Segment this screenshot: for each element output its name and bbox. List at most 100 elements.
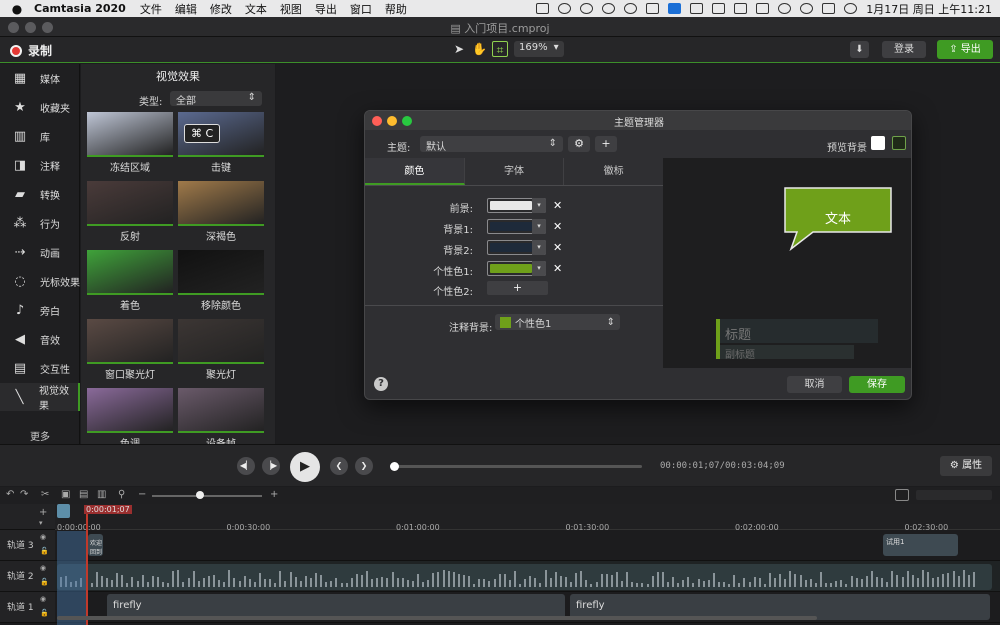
- preview-bg-white-swatch[interactable]: [871, 136, 885, 150]
- siri-icon[interactable]: [844, 3, 858, 14]
- effect-thumbnail[interactable]: 移除颜色: [178, 250, 264, 312]
- download-button[interactable]: ⬇: [850, 41, 869, 58]
- track3-clip-end[interactable]: 试用1: [883, 534, 958, 556]
- annotation-bg-select[interactable]: 个性色1 ⇕: [495, 314, 620, 330]
- clear-color-icon[interactable]: ✕: [553, 199, 562, 212]
- lock-icon[interactable]: 🔓: [40, 547, 49, 555]
- effect-thumbnail[interactable]: 着色: [87, 250, 173, 312]
- timeline-search-box[interactable]: [916, 490, 992, 500]
- sidebar-item-magic-wand[interactable]: ╲ 视觉效果: [0, 383, 80, 412]
- tab-fonts[interactable]: 字体: [465, 158, 565, 185]
- sidebar-item-animation[interactable]: ⇢ 动画: [0, 238, 80, 266]
- login-button[interactable]: 登录: [882, 41, 926, 58]
- cut-icon[interactable]: ✂: [41, 489, 49, 500]
- chevron-down-icon[interactable]: ▾: [532, 240, 546, 255]
- playhead-handle[interactable]: [57, 504, 70, 518]
- control-center-icon[interactable]: [822, 3, 836, 14]
- track3-clip-intro[interactable]: 欢迎回到: [88, 534, 103, 556]
- tray-app-icon[interactable]: [536, 3, 550, 14]
- tray-shield-icon[interactable]: [668, 3, 682, 14]
- split-icon[interactable]: ▥: [97, 489, 106, 500]
- theme-select[interactable]: 默认 ⇕: [420, 136, 563, 153]
- clear-color-icon[interactable]: ✕: [553, 220, 562, 233]
- tray-record-icon[interactable]: [602, 3, 616, 14]
- menu-window[interactable]: 窗口: [350, 1, 372, 17]
- add-theme-button[interactable]: +: [595, 136, 617, 152]
- menu-modify[interactable]: 修改: [210, 1, 232, 17]
- sidebar-item-annotation[interactable]: ◨ 注释: [0, 151, 80, 179]
- zoom-in-icon[interactable]: +: [270, 489, 278, 500]
- chevron-down-icon[interactable]: ▾: [532, 198, 546, 213]
- effect-thumbnail[interactable]: 设备帧: [178, 388, 264, 444]
- more-button[interactable]: 更多: [0, 428, 80, 443]
- add-track-icon[interactable]: +: [39, 507, 47, 518]
- effect-thumbnail[interactable]: 深褐色: [178, 181, 264, 243]
- sidebar-item-film[interactable]: ▦ 媒体: [0, 64, 80, 92]
- track-row[interactable]: [55, 530, 1000, 561]
- chevron-down-icon[interactable]: ▾: [532, 219, 546, 234]
- spotlight-search-icon[interactable]: [800, 3, 814, 14]
- timeline-zoom-knob[interactable]: [196, 491, 204, 499]
- menu-export[interactable]: 导出: [315, 1, 337, 17]
- crop-icon[interactable]: ⌗: [492, 41, 508, 57]
- arrow-pointer-icon[interactable]: ➤: [452, 41, 466, 57]
- sidebar-item-star[interactable]: ★ 收藏夹: [0, 93, 80, 121]
- tray-bluetooth-icon[interactable]: [734, 3, 748, 14]
- properties-button[interactable]: ⚙ 属性: [940, 456, 992, 476]
- clear-color-icon[interactable]: ✕: [553, 262, 562, 275]
- menu-help[interactable]: 帮助: [385, 1, 407, 17]
- app-menu[interactable]: Camtasia 2020: [34, 2, 126, 15]
- menu-clock[interactable]: 1月17日 周日 上午11:21: [866, 1, 992, 17]
- time-ruler[interactable]: 0:00:00;00 0:00:30;00 0:01:00;00 0:01:30;00…: [55, 504, 1000, 532]
- clear-color-icon[interactable]: ✕: [553, 241, 562, 254]
- visibility-eye-icon[interactable]: ◉: [40, 564, 46, 572]
- play-button[interactable]: ▶: [290, 452, 320, 482]
- playhead-line[interactable]: [86, 514, 88, 625]
- redo-icon[interactable]: ↷: [20, 489, 28, 500]
- tray-sync-icon[interactable]: [580, 3, 594, 14]
- cancel-button[interactable]: 取消: [787, 376, 842, 393]
- next-frame-button[interactable]: ❯: [355, 457, 373, 475]
- sidebar-item-microphone[interactable]: ♪ 旁白: [0, 296, 80, 324]
- scrub-knob[interactable]: [390, 462, 399, 471]
- sidebar-item-cursor[interactable]: ◌ 光标效果: [0, 267, 80, 295]
- tab-logo[interactable]: 徽标: [564, 158, 663, 185]
- tray-display-icon[interactable]: [646, 3, 660, 14]
- sidebar-item-library[interactable]: ▥ 库: [0, 122, 80, 150]
- hand-pan-icon[interactable]: ✋: [472, 41, 487, 57]
- effect-thumbnail[interactable]: 反射: [87, 181, 173, 243]
- timeline-scrollbar[interactable]: [57, 616, 817, 620]
- sidebar-item-interactivity[interactable]: ▤ 交互性: [0, 354, 80, 382]
- menu-file[interactable]: 文件: [140, 1, 162, 17]
- apple-menu-icon[interactable]: ●: [0, 2, 34, 16]
- help-button[interactable]: ?: [374, 377, 388, 391]
- effect-thumbnail[interactable]: 冻结区域: [87, 112, 173, 174]
- tray-flag-icon[interactable]: [624, 3, 638, 14]
- visibility-eye-icon[interactable]: ◉: [40, 595, 46, 603]
- chevron-down-icon[interactable]: ▾: [532, 261, 546, 276]
- sidebar-item-behavior[interactable]: ⁂ 行为: [0, 209, 80, 237]
- type-filter-select[interactable]: 全部 ⇕: [170, 91, 262, 107]
- zoom-select[interactable]: 169% ▾: [514, 41, 564, 57]
- zoom-out-icon[interactable]: −: [138, 489, 146, 500]
- visibility-eye-icon[interactable]: ◉: [40, 533, 46, 541]
- tray-compass-icon[interactable]: [712, 3, 726, 14]
- sidebar-item-speaker[interactable]: ◀ 音效: [0, 325, 80, 353]
- menu-text[interactable]: 文本: [245, 1, 267, 17]
- collapse-chevron-icon[interactable]: ▾: [39, 519, 43, 527]
- scrub-bar[interactable]: [393, 465, 642, 468]
- tab-colors[interactable]: 颜色: [365, 158, 465, 185]
- zoom-search-icon[interactable]: ⚲: [118, 489, 125, 500]
- menu-edit[interactable]: 编辑: [175, 1, 197, 17]
- lock-icon[interactable]: 🔓: [40, 578, 49, 586]
- record-button[interactable]: 录制: [10, 42, 52, 59]
- menu-view[interactable]: 视图: [280, 1, 302, 17]
- effect-thumbnail[interactable]: ⌘ C 击键: [178, 112, 264, 174]
- effect-thumbnail[interactable]: 色调: [87, 388, 173, 444]
- copy-icon[interactable]: ▣: [61, 489, 70, 500]
- effect-thumbnail[interactable]: 窗口聚光灯: [87, 319, 173, 381]
- save-button[interactable]: 保存: [849, 376, 905, 393]
- effect-thumbnail[interactable]: 聚光灯: [178, 319, 264, 381]
- track2-audio-clip[interactable]: [57, 564, 992, 590]
- wifi-icon[interactable]: [778, 3, 792, 14]
